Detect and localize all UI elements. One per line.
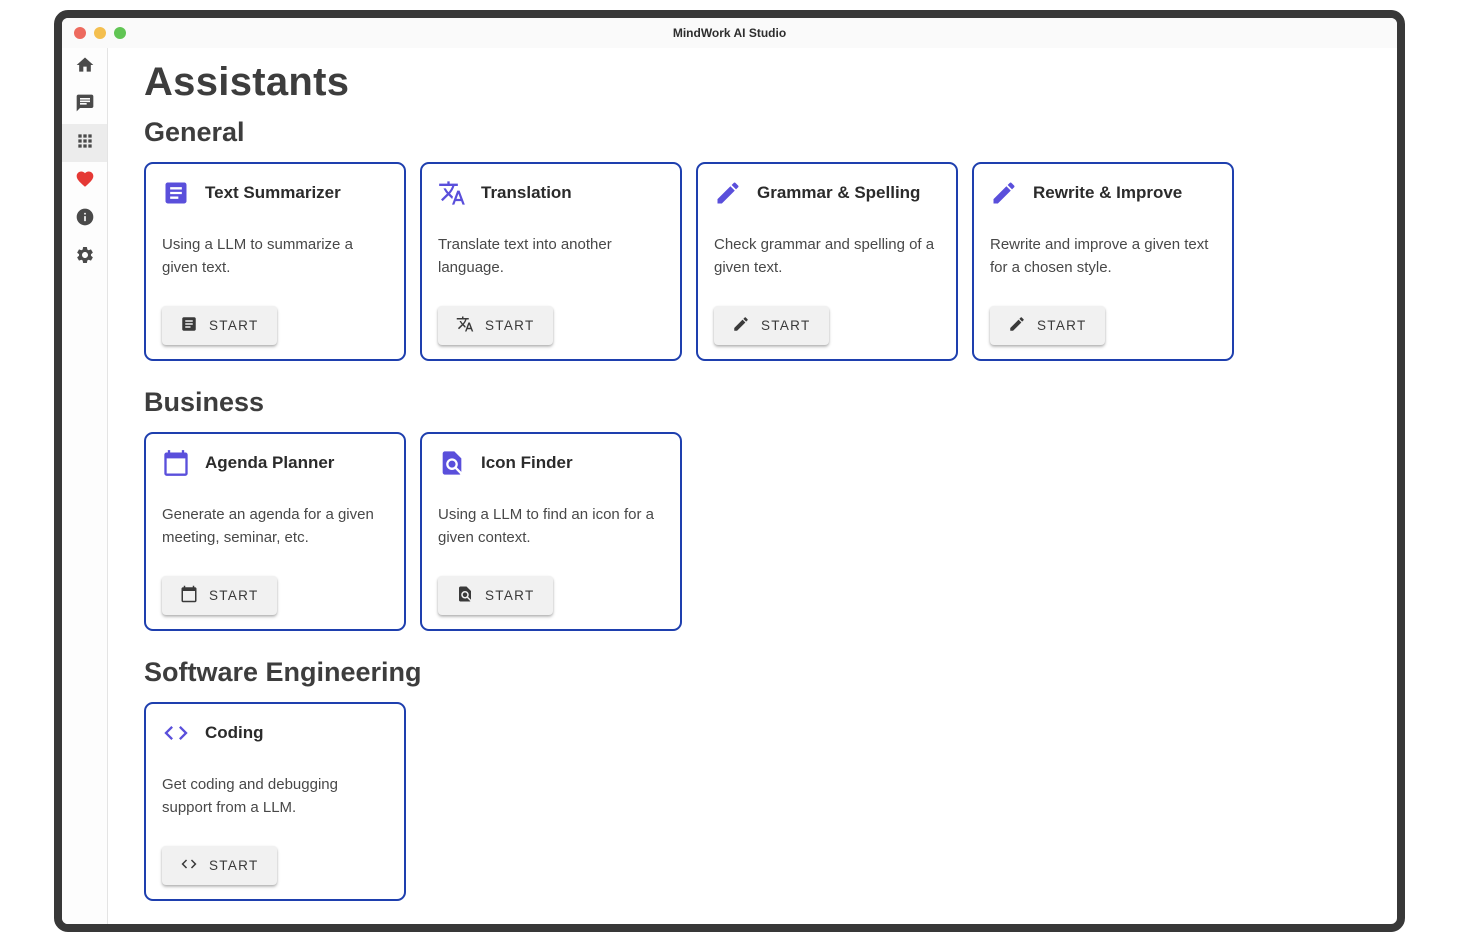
card-description: Using a LLM to summarize a given text. [162,234,388,279]
edit-pencil-icon [1008,321,1026,336]
card-description: Get coding and debugging support from a … [162,774,388,819]
edit-pencil-icon [990,179,1018,207]
start-button[interactable]: START [162,306,277,345]
sidebar-item-about[interactable] [62,200,107,238]
translate-icon [438,179,466,207]
sidebar-item-home[interactable] [62,48,107,86]
code-icon [162,719,190,747]
section-heading: Software Engineering [144,657,1377,688]
find-in-page-icon [438,449,466,477]
start-button[interactable]: START [990,306,1105,345]
app-window: MindWork AI Studio Assistants General Te… [54,10,1405,932]
section-business: Business Agenda Planner Generate an agen… [144,387,1377,631]
translate-icon [456,321,474,336]
edit-pencil-icon [732,321,750,336]
find-in-page-icon [438,449,466,477]
cards-row: Text Summarizer Using a LLM to summarize… [144,162,1377,361]
card-description: Generate an agenda for a given meeting, … [162,504,388,549]
sidebar-item-favorites[interactable] [62,162,107,200]
article-icon [180,321,198,336]
start-button-label: START [485,318,535,333]
assistant-card[interactable]: Icon Finder Using a LLM to find an icon … [420,432,682,631]
card-title: Translation [481,183,572,203]
sidebar-item-assistants[interactable] [62,124,107,162]
start-button-label: START [209,858,259,873]
card-title: Rewrite & Improve [1033,183,1182,203]
start-button-label: START [209,588,259,603]
section-heading: Business [144,387,1377,418]
start-button[interactable]: START [162,846,277,885]
cards-row: Agenda Planner Generate an agenda for a … [144,432,1377,631]
assistant-card[interactable]: Coding Get coding and debugging support … [144,702,406,901]
card-title: Text Summarizer [205,183,341,203]
calendar-icon [180,591,198,606]
calendar-icon [162,449,190,477]
card-header: Agenda Planner [162,449,388,477]
start-button[interactable]: START [714,306,829,345]
edit-pencil-icon [714,179,742,207]
assistant-sections: General Text Summarizer Using a LLM to s… [144,117,1377,901]
card-header: Icon Finder [438,449,664,477]
card-description: Check grammar and spelling of a given te… [714,234,940,279]
apps-grid-icon [75,131,95,156]
code-icon [180,855,198,876]
window-title: MindWork AI Studio [62,26,1397,40]
card-description: Using a LLM to find an icon for a given … [438,504,664,549]
home-icon [75,55,95,80]
card-description: Translate text into another language. [438,234,664,279]
assistant-card[interactable]: Translation Translate text into another … [420,162,682,361]
start-button-label: START [1037,318,1087,333]
card-header: Translation [438,179,664,207]
start-button[interactable]: START [162,576,277,615]
translate-icon [456,315,474,336]
card-header: Rewrite & Improve [990,179,1216,207]
card-header: Grammar & Spelling [714,179,940,207]
card-header: Text Summarizer [162,179,388,207]
cards-row: Coding Get coding and debugging support … [144,702,1377,901]
main-content: Assistants General Text Summarizer Using… [108,48,1397,924]
start-button-label: START [485,588,535,603]
sidebar-item-chats[interactable] [62,86,107,124]
section-software-engineering: Software Engineering Coding Get coding a… [144,657,1377,901]
gear-icon [75,245,95,270]
card-title: Grammar & Spelling [757,183,920,203]
article-icon [180,315,198,336]
chat-icon [75,93,95,118]
start-button[interactable]: START [438,576,553,615]
start-button[interactable]: START [438,306,553,345]
sidebar-item-settings[interactable] [62,238,107,276]
card-description: Rewrite and improve a given text for a c… [990,234,1216,279]
find-in-page-icon [456,591,474,606]
heart-icon [75,169,95,194]
card-header: Coding [162,719,388,747]
article-icon [162,179,190,207]
card-title: Icon Finder [481,453,573,473]
start-button-label: START [761,318,811,333]
calendar-icon [180,585,198,606]
assistant-card[interactable]: Text Summarizer Using a LLM to summarize… [144,162,406,361]
assistant-card[interactable]: Agenda Planner Generate an agenda for a … [144,432,406,631]
sidebar [62,48,108,924]
edit-pencil-icon [1008,315,1026,336]
card-title: Agenda Planner [205,453,334,473]
info-icon [75,207,95,232]
assistant-card[interactable]: Rewrite & Improve Rewrite and improve a … [972,162,1234,361]
page-title: Assistants [144,60,1377,105]
article-icon [162,179,190,207]
section-general: General Text Summarizer Using a LLM to s… [144,117,1377,361]
edit-pencil-icon [990,179,1018,207]
translate-icon [438,179,466,207]
find-in-page-icon [456,585,474,606]
card-title: Coding [205,723,264,743]
section-heading: General [144,117,1377,148]
edit-pencil-icon [714,179,742,207]
start-button-label: START [209,318,259,333]
assistant-card[interactable]: Grammar & Spelling Check grammar and spe… [696,162,958,361]
titlebar: MindWork AI Studio [62,18,1397,48]
code-icon [180,861,198,876]
code-icon [162,719,190,747]
calendar-icon [162,449,190,477]
edit-pencil-icon [732,315,750,336]
